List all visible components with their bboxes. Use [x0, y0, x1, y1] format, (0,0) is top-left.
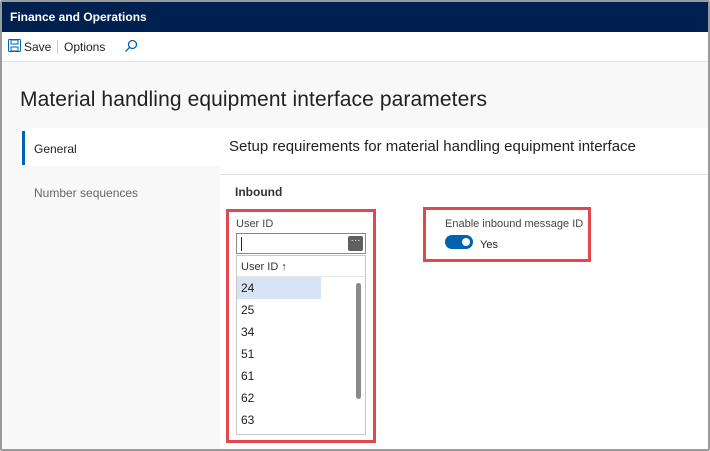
inbound-message-id-value: Yes [480, 239, 498, 251]
page-title: Material handling equipment interface pa… [20, 88, 488, 111]
tab-general[interactable]: General [20, 128, 220, 166]
toolbar-separator [57, 40, 58, 54]
save-icon[interactable] [8, 39, 21, 52]
lookup-row[interactable]: 61 [237, 365, 321, 387]
user-id-lookup-dropdown: User ID ↑ 24 25 34 51 61 62 63 [236, 255, 366, 435]
inbound-message-id-toggle[interactable] [445, 235, 473, 249]
inbound-message-id-label: Enable inbound message ID [445, 218, 584, 230]
toggle-knob [462, 238, 470, 246]
options-button[interactable]: Options [64, 40, 105, 54]
app-window: Finance and Operations Save Options Mate… [0, 0, 710, 451]
user-id-label: User ID [236, 218, 274, 230]
lookup-column-header-label: User ID ↑ [241, 261, 287, 273]
lookup-row[interactable]: 63 [237, 409, 321, 431]
app-title: Finance and Operations [10, 10, 147, 24]
lookup-scrollbar[interactable] [356, 283, 361, 399]
tab-number-sequences[interactable]: Number sequences [20, 180, 220, 218]
section-divider [220, 174, 708, 175]
tab-number-sequences-label: Number sequences [34, 186, 139, 200]
text-caret [241, 237, 242, 251]
lookup-row[interactable]: 25 [237, 299, 321, 321]
title-bar: Finance and Operations [2, 2, 708, 32]
lookup-row[interactable]: 62 [237, 387, 321, 409]
search-icon[interactable] [124, 39, 138, 53]
active-tab-indicator [22, 131, 25, 165]
group-title-inbound: Inbound [235, 185, 283, 199]
save-button[interactable]: Save [24, 40, 51, 54]
sort-ascending-icon: ↑ [281, 261, 287, 273]
lookup-row[interactable]: 34 [237, 321, 321, 343]
action-pane: Save Options [2, 32, 708, 62]
user-id-input[interactable]: ··· [236, 233, 366, 254]
lookup-row[interactable]: 51 [237, 343, 321, 365]
section-title: Setup requirements for material handling… [229, 138, 636, 155]
tab-general-label: General [34, 142, 77, 156]
lookup-column-header[interactable]: User ID ↑ [237, 256, 365, 277]
lookup-more-button[interactable]: ··· [348, 236, 363, 251]
lookup-row[interactable]: 24 [237, 277, 321, 299]
